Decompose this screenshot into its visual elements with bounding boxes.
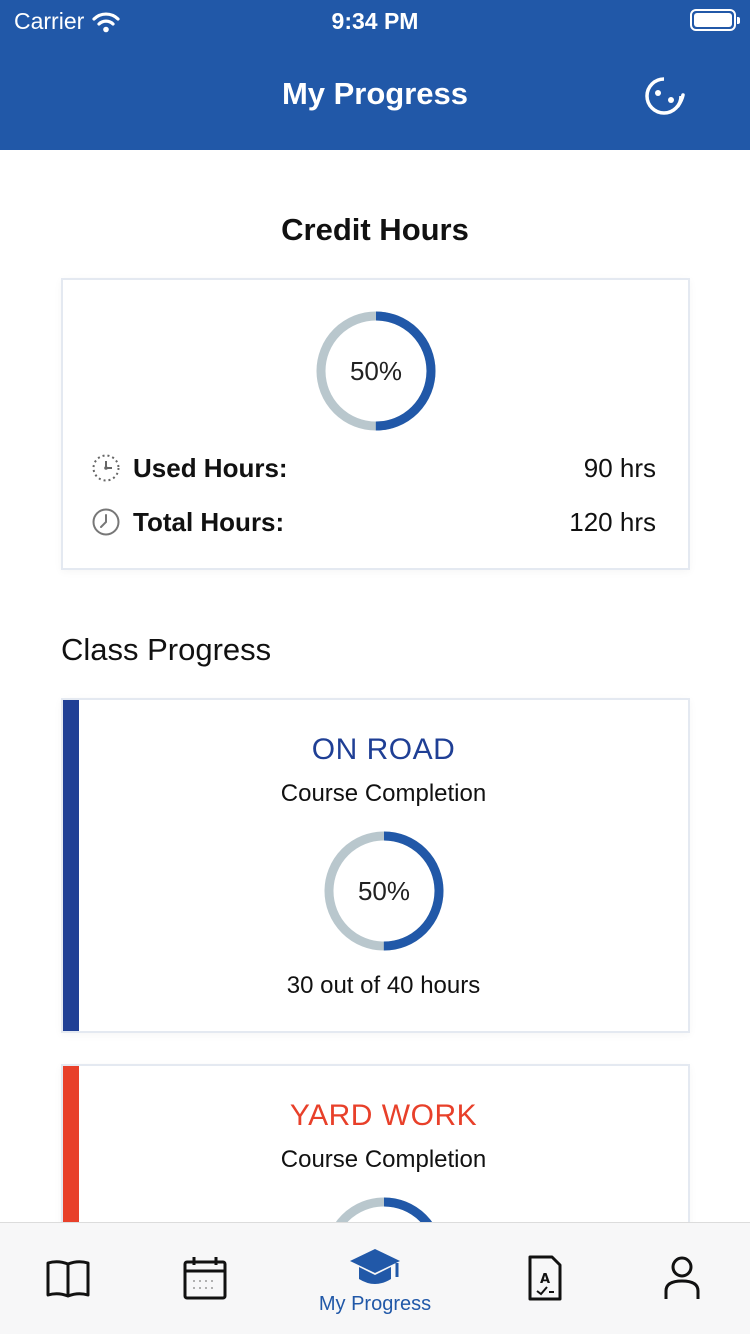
- class-name: YARD WORK: [289, 1099, 478, 1132]
- class-progress-ring: 50%: [323, 830, 445, 952]
- total-hours-value: 120 hrs: [569, 506, 656, 537]
- svg-text:A: A: [540, 1272, 550, 1287]
- battery-icon: [690, 9, 740, 31]
- document-grade-icon: A: [528, 1255, 562, 1301]
- used-hours-label: Used Hours:: [133, 452, 288, 483]
- tab-label: My Progress: [318, 1293, 432, 1315]
- tab-bar: My Progress A: [0, 1222, 750, 1334]
- class-progress-percent: 50%: [357, 875, 411, 906]
- used-hours-value: 90 hrs: [583, 452, 656, 483]
- tab-profile[interactable]: [632, 1223, 732, 1334]
- class-card-on-road[interactable]: ON ROAD Course Completion 50% 30 out of …: [61, 698, 690, 1033]
- clock-dotted-icon: [92, 454, 120, 482]
- credit-hours-card: 50% Used Hours: 90 hrs Total Hours: 120 …: [61, 278, 690, 570]
- class-progress-title: Class Progress: [61, 632, 272, 667]
- page-title: My Progress: [281, 76, 469, 111]
- credit-hours-percent: 50%: [349, 355, 403, 386]
- used-hours-row: Used Hours: 90 hrs: [91, 448, 656, 488]
- person-icon: [664, 1256, 700, 1299]
- class-color-stripe: [63, 700, 79, 1031]
- tab-schedule[interactable]: [155, 1223, 255, 1334]
- class-subtitle: Course Completion: [280, 1146, 487, 1173]
- tab-courses[interactable]: [18, 1223, 118, 1334]
- class-subtitle: Course Completion: [280, 780, 487, 807]
- tab-documents[interactable]: A: [495, 1223, 595, 1334]
- support-icon[interactable]: [642, 74, 688, 120]
- graduation-cap-icon: [350, 1249, 400, 1284]
- app-header: Carrier 9:34 PM My Progress: [0, 0, 750, 150]
- credit-hours-ring: 50%: [315, 310, 437, 432]
- book-icon: [46, 1260, 90, 1298]
- total-hours-row: Total Hours: 120 hrs: [91, 502, 656, 542]
- status-time: 9:34 PM: [331, 8, 419, 34]
- clock-icon: [92, 508, 120, 536]
- class-hours: 30 out of 40 hours: [286, 972, 481, 999]
- class-name: ON ROAD: [311, 733, 456, 766]
- tab-my-progress[interactable]: My Progress: [300, 1223, 450, 1334]
- calendar-icon: [183, 1257, 227, 1300]
- status-bar: Carrier 9:34 PM: [0, 0, 750, 40]
- total-hours-label: Total Hours:: [133, 506, 285, 537]
- credit-hours-title: Credit Hours: [281, 212, 469, 247]
